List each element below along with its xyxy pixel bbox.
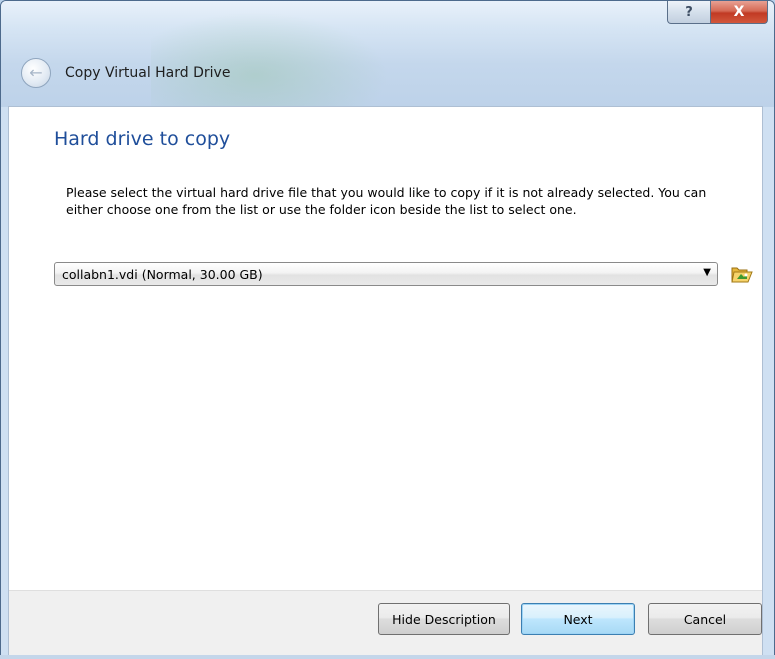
page-description: Please select the virtual hard drive fil… [66, 185, 707, 217]
wizard-header: ← Copy Virtual Hard Drive [21, 58, 230, 88]
page-heading: Hard drive to copy [54, 128, 231, 150]
next-button[interactable]: Next [521, 603, 635, 635]
disk-select[interactable]: collabn1.vdi (Normal, 30.00 GB) ▼ [54, 262, 718, 286]
help-button[interactable]: ? [667, 1, 711, 24]
window-title: Copy Virtual Hard Drive [65, 65, 231, 81]
back-button[interactable]: ← [21, 58, 51, 88]
back-arrow-icon: ← [29, 63, 43, 82]
close-button[interactable]: X [711, 1, 768, 24]
caption-buttons: ? X [667, 1, 768, 24]
close-icon: X [733, 4, 745, 20]
folder-open-icon [731, 267, 753, 283]
chevron-down-icon: ▼ [703, 267, 711, 278]
disk-select-value: collabn1.vdi (Normal, 30.00 GB) [62, 267, 263, 282]
choose-file-button[interactable] [730, 263, 754, 285]
window-bottom-border [0, 655, 775, 659]
hide-description-button[interactable]: Hide Description [378, 603, 510, 635]
cancel-button[interactable]: Cancel [648, 603, 762, 635]
title-bar [1, 1, 774, 107]
help-icon: ? [685, 4, 693, 20]
